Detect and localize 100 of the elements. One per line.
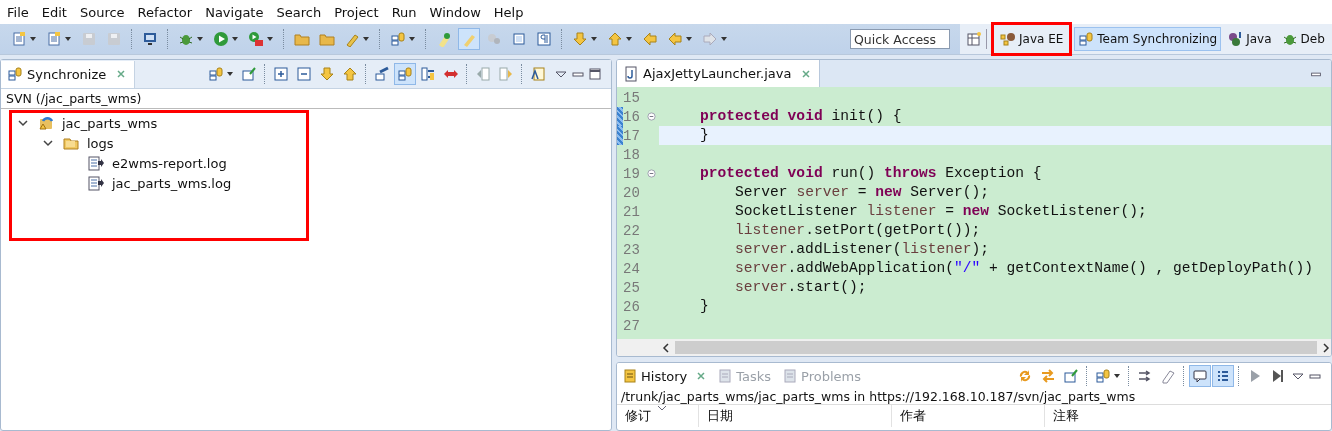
document-letter-icon[interactable] xyxy=(530,66,547,82)
folder-icon[interactable] xyxy=(294,31,310,47)
line-number: 27 xyxy=(623,317,641,334)
dropdown-arrow-icon[interactable] xyxy=(266,35,274,43)
perspective-button[interactable]: Deb xyxy=(1277,27,1329,51)
scroll-left-icon[interactable] xyxy=(661,342,671,353)
java-icon xyxy=(1227,31,1244,47)
database-icon[interactable] xyxy=(397,66,414,82)
play-icon[interactable] xyxy=(213,31,229,47)
eraser-icon[interactable] xyxy=(1160,368,1176,384)
dropdown-arrow-icon[interactable] xyxy=(196,35,204,43)
beans-icon xyxy=(1000,31,1016,47)
fold-icon[interactable] xyxy=(647,169,656,178)
pages-icon[interactable] xyxy=(511,31,527,47)
code-line: listener.setPort(getPort()); xyxy=(734,221,982,240)
compare-icon[interactable] xyxy=(1137,368,1153,384)
swap-arrows-icon[interactable] xyxy=(1040,368,1056,384)
arrow-left-icon[interactable] xyxy=(642,31,658,47)
project-icon xyxy=(38,115,54,131)
tree-item[interactable]: jac_parts_wms xyxy=(62,115,158,131)
line-number: 22 xyxy=(623,222,641,239)
dropdown-arrow-icon[interactable] xyxy=(231,35,239,43)
code-line: protected void run() throws Exception { xyxy=(699,164,1043,183)
database-icon[interactable] xyxy=(1095,368,1111,384)
menu-item[interactable]: Navigate xyxy=(205,4,264,20)
fold-icon[interactable] xyxy=(647,112,656,121)
column-header[interactable]: 作者 xyxy=(892,405,1045,427)
chevron-icon[interactable] xyxy=(18,118,28,128)
synchronize-tab[interactable]: Synchronize xyxy=(1,60,136,88)
menu-item[interactable]: Help xyxy=(493,4,524,20)
column-header[interactable]: 日期 xyxy=(699,405,892,427)
folder-icon xyxy=(63,135,79,151)
database-icon xyxy=(7,66,23,82)
database-icon[interactable] xyxy=(390,31,406,47)
editor-tab[interactable]: AjaxJettyLauncher.java xyxy=(617,60,821,87)
menu-item[interactable]: Refactor xyxy=(137,4,193,20)
dropdown-arrow-icon[interactable] xyxy=(590,35,598,43)
column-header[interactable]: 修订 xyxy=(617,405,699,427)
tree-item[interactable]: jac_parts_wms.log xyxy=(112,175,232,191)
dropdown-arrow-icon[interactable] xyxy=(1113,372,1121,380)
menu-item[interactable]: Search xyxy=(276,4,322,20)
paragraph-icon[interactable] xyxy=(536,31,552,47)
menu-item[interactable]: Window xyxy=(429,4,481,20)
perspective-button[interactable]: Java EE xyxy=(991,22,1073,56)
maximize-icon[interactable] xyxy=(587,66,603,82)
quick-access-field[interactable]: Quick Access xyxy=(850,29,950,49)
dropdown-arrow-icon[interactable] xyxy=(685,35,693,43)
tree-item[interactable]: logs xyxy=(87,135,114,151)
sync-heading: SVN (/jac_parts_wms) xyxy=(1,89,611,109)
close-icon[interactable] xyxy=(696,371,707,381)
horizontal-scrollbar[interactable] xyxy=(617,339,1331,356)
play-toolbox-icon[interactable] xyxy=(248,31,264,47)
menu-item[interactable]: File xyxy=(7,4,29,20)
database-icon[interactable] xyxy=(208,66,225,82)
collapse-all-icon[interactable] xyxy=(296,66,313,82)
two-way-icon[interactable] xyxy=(420,66,437,82)
line-number: 21 xyxy=(623,203,641,220)
open-perspective-icon[interactable] xyxy=(966,31,982,47)
skip-icon[interactable] xyxy=(1270,368,1286,384)
tab-icon xyxy=(782,368,799,384)
comment-icon[interactable] xyxy=(1192,368,1208,384)
arrow-left-box-icon[interactable] xyxy=(475,66,492,82)
log-file-icon xyxy=(88,155,104,171)
code-line: protected void init() { xyxy=(699,107,903,126)
tab-icon xyxy=(622,368,638,384)
folder-icon[interactable] xyxy=(319,31,335,47)
menu-item[interactable]: Edit xyxy=(41,4,67,20)
arrow-box-icon[interactable] xyxy=(374,66,391,82)
dropdown-arrow-icon[interactable] xyxy=(29,35,37,43)
dropdown-arrow-icon[interactable] xyxy=(720,35,728,43)
dropdown-arrow-icon[interactable] xyxy=(408,35,416,43)
dropdown-arrow-icon[interactable] xyxy=(362,35,370,43)
expand-all-icon[interactable] xyxy=(273,66,290,82)
monitor-icon[interactable] xyxy=(142,31,158,47)
menu-item[interactable]: Source xyxy=(79,4,125,20)
menu-item[interactable]: Project xyxy=(334,4,379,20)
arrow-up-icon[interactable] xyxy=(342,66,359,82)
column-header[interactable]: 注释 xyxy=(1045,405,1331,427)
sync-arrows-icon[interactable] xyxy=(1017,368,1033,384)
perspective-button[interactable]: Java xyxy=(1223,27,1276,51)
menu-item[interactable]: Run xyxy=(391,4,417,20)
tree-item[interactable]: e2wms-report.log xyxy=(112,155,227,171)
dropdown-arrow-icon[interactable] xyxy=(226,70,235,78)
perspective-button[interactable]: Team Synchronizing xyxy=(1074,27,1222,51)
line-number: 17 xyxy=(623,127,641,144)
arrow-down-icon[interactable] xyxy=(319,66,336,82)
line-number: 18 xyxy=(623,146,641,163)
dropdown-arrow-icon[interactable] xyxy=(64,35,72,43)
code-line: server.addListener(listener); xyxy=(734,240,991,259)
java-file-icon xyxy=(623,65,639,82)
list-icon[interactable] xyxy=(1215,368,1231,384)
database-icon xyxy=(1078,31,1095,47)
history-path: /trunk/jac_parts_wms/jac_parts_wms in https://192.168.10.187/svn/jac_parts_wms xyxy=(617,389,1331,405)
chevron-icon[interactable] xyxy=(43,138,53,148)
dropdown-arrow-icon[interactable] xyxy=(625,35,633,43)
marker-icon[interactable] xyxy=(436,31,452,47)
close-icon[interactable] xyxy=(801,68,812,79)
scroll-right-icon[interactable] xyxy=(1321,342,1331,353)
close-icon[interactable] xyxy=(116,69,127,79)
line-number: 24 xyxy=(623,260,641,277)
